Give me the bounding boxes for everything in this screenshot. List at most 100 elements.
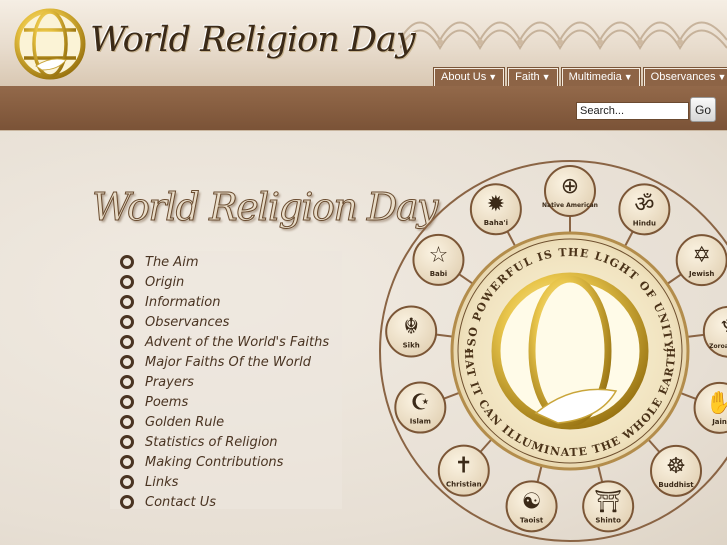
faith-medallion-babi: ☆ Babi bbox=[412, 233, 465, 286]
menu-item-prayers[interactable]: Prayers bbox=[120, 372, 329, 392]
menu-item-label: Observances bbox=[145, 314, 230, 330]
golden-globe-icon bbox=[491, 272, 649, 430]
menu-item-label: The Aim bbox=[145, 254, 199, 270]
menu-item-label: Poems bbox=[145, 394, 189, 410]
ring-bullet-icon bbox=[120, 395, 134, 409]
menu-item-label: Information bbox=[145, 294, 221, 310]
menu-item-observances[interactable]: Observances bbox=[120, 312, 329, 332]
menu-item-poems[interactable]: Poems bbox=[120, 392, 329, 412]
menu-item-contact-us[interactable]: Contact Us bbox=[120, 492, 329, 512]
menu-item-origin[interactable]: Origin bbox=[120, 272, 329, 292]
ring-bullet-icon bbox=[120, 295, 134, 309]
faith-medallion-christian: ✝ Christian bbox=[437, 444, 490, 497]
jain-hand-icon: ✋ bbox=[706, 390, 727, 416]
nav-faith[interactable]: Faith ▼ bbox=[508, 68, 558, 86]
ring-bullet-icon bbox=[120, 335, 134, 349]
menu-item-label: Prayers bbox=[145, 374, 194, 390]
menu-item-label: Making Contributions bbox=[145, 454, 284, 470]
caret-down-icon: ▼ bbox=[717, 72, 727, 82]
menu-item-golden-rule[interactable]: Golden Rule bbox=[120, 412, 329, 432]
nine-point-star-icon: ✹ bbox=[487, 192, 505, 217]
nav-label: Multimedia bbox=[568, 71, 622, 83]
fire-altar-icon: ♆ bbox=[719, 315, 727, 340]
main-menu: The Aim Origin Information Observances A… bbox=[120, 252, 329, 512]
main-nav: About Us ▼ Faith ▼ Multimedia ▼ Observances… bbox=[434, 68, 727, 86]
nav-label: Faith bbox=[515, 71, 540, 83]
caret-down-icon: ▼ bbox=[623, 72, 633, 82]
ring-bullet-icon bbox=[120, 415, 134, 429]
medallion-label: Zoroastrian bbox=[709, 343, 727, 350]
khanda-icon: ☬ bbox=[403, 315, 419, 340]
five-point-star-icon: ☆ bbox=[429, 243, 449, 268]
cross-icon: ✝ bbox=[455, 454, 473, 479]
medicine-wheel-icon: ⊕ bbox=[561, 174, 579, 199]
search-input[interactable] bbox=[576, 102, 689, 120]
menu-item-major-faiths[interactable]: Major Faiths Of the World bbox=[120, 352, 329, 372]
medallion-label: Taoist bbox=[520, 516, 544, 524]
torii-icon: ⛩ bbox=[594, 489, 622, 514]
ring-bullet-icon bbox=[120, 315, 134, 329]
nav-observances[interactable]: Observances ▼ bbox=[643, 68, 727, 86]
menu-item-label: Contact Us bbox=[145, 494, 216, 510]
nav-label: Observances bbox=[650, 71, 716, 83]
menu-item-links[interactable]: Links bbox=[120, 472, 329, 492]
faith-medallion-islam: ☪ Islam bbox=[394, 381, 447, 434]
om-icon: ॐ bbox=[634, 192, 654, 217]
yin-yang-icon: ☯ bbox=[522, 489, 542, 514]
caret-down-icon: ▼ bbox=[488, 72, 498, 82]
menu-item-label: Origin bbox=[145, 274, 185, 290]
ring-bullet-icon bbox=[120, 255, 134, 269]
faith-medallion-native-american: ⊕ Native American bbox=[542, 165, 598, 217]
ring-bullet-icon bbox=[120, 375, 134, 389]
faith-medallion-buddhist: ☸ Buddhist bbox=[650, 444, 703, 497]
medallion-label: Sikh bbox=[403, 342, 420, 350]
medallion-label: Hindu bbox=[633, 219, 656, 227]
medallion-label: Buddhist bbox=[658, 481, 694, 489]
ring-bullet-icon bbox=[120, 495, 134, 509]
menu-item-label: Statistics of Religion bbox=[145, 434, 278, 450]
ring-bullet-icon bbox=[120, 455, 134, 469]
faith-medallion-shinto: ⛩ Shinto bbox=[582, 480, 635, 533]
menu-item-advent[interactable]: Advent of the World's Faiths bbox=[120, 332, 329, 352]
ring-bullet-icon bbox=[120, 435, 134, 449]
nav-multimedia[interactable]: Multimedia ▼ bbox=[561, 68, 640, 86]
medallion-label: Christian bbox=[446, 481, 482, 489]
faith-medallion-jain: ✋ Jain bbox=[693, 381, 727, 434]
menu-item-label: Major Faiths Of the World bbox=[145, 354, 311, 370]
menu-item-label: Golden Rule bbox=[145, 414, 225, 430]
main-content: World Religion Day The Aim Origin Inform… bbox=[0, 131, 727, 545]
arch-ornament bbox=[400, 21, 727, 51]
faith-medallion-hindu: ॐ Hindu bbox=[618, 183, 671, 236]
nav-about-us[interactable]: About Us ▼ bbox=[434, 68, 505, 86]
menu-item-the-aim[interactable]: The Aim bbox=[120, 252, 329, 272]
ring-bullet-icon bbox=[120, 355, 134, 369]
ring-bullet-icon bbox=[120, 475, 134, 489]
menu-item-statistics[interactable]: Statistics of Religion bbox=[120, 432, 329, 452]
site-logo-text[interactable]: World Religion Day bbox=[90, 20, 416, 60]
faith-medallion-taoist: ☯ Taoist bbox=[505, 480, 558, 533]
search-go-button[interactable]: Go bbox=[690, 97, 716, 122]
medallion-label: Babi bbox=[430, 270, 447, 278]
medallion-label: Baha'i bbox=[484, 219, 508, 227]
globe-logo-icon[interactable] bbox=[14, 8, 86, 80]
medallion-label: Native American bbox=[542, 202, 598, 209]
menu-item-label: Advent of the World's Faiths bbox=[145, 334, 330, 350]
dharma-wheel-icon: ☸ bbox=[666, 454, 686, 479]
faith-medallion-jewish: ✡ Jewish bbox=[675, 234, 727, 287]
faith-medallion-sikh: ☬ Sikh bbox=[385, 305, 438, 358]
medallion-label: Shinto bbox=[595, 516, 621, 524]
star-of-david-icon: ✡ bbox=[692, 243, 710, 268]
nav-label: About Us bbox=[441, 71, 487, 83]
medallion-label: Jewish bbox=[688, 270, 714, 278]
medallion-label: Jain bbox=[711, 418, 727, 426]
religion-emblem: "SO POWERFUL IS THE LIGHT OF UNITY, THAT… bbox=[340, 151, 727, 542]
medallion-label: Islam bbox=[410, 418, 431, 426]
menu-item-label: Links bbox=[145, 474, 179, 490]
crescent-icon: ☪ bbox=[410, 391, 430, 416]
menu-item-contributions[interactable]: Making Contributions bbox=[120, 452, 329, 472]
caret-down-icon: ▼ bbox=[541, 72, 551, 82]
faith-medallion-zoroastrian: ♆ Zoroastrian bbox=[702, 305, 727, 358]
faith-medallion-baha-i: ✹ Baha'i bbox=[469, 183, 522, 236]
menu-item-information[interactable]: Information bbox=[120, 292, 329, 312]
site-header: World Religion Day About Us ▼ Faith ▼ Mult… bbox=[0, 0, 727, 86]
